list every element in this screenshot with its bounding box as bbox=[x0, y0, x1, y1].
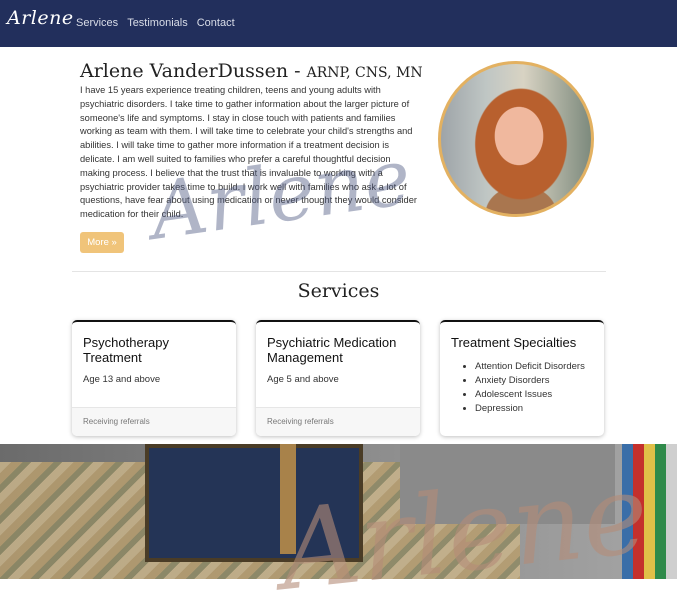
section-divider bbox=[72, 271, 606, 272]
card-title: Treatment Specialties bbox=[451, 335, 577, 350]
list-item: Adolescent Issues bbox=[475, 388, 585, 402]
hero-credentials: ARNP, CNS, MN bbox=[306, 65, 423, 81]
list-item: Attention Deficit Disorders bbox=[475, 360, 585, 374]
ottoman-image bbox=[400, 444, 615, 524]
list-item: Depression bbox=[475, 402, 585, 416]
list-item: Anxiety Disorders bbox=[475, 374, 585, 388]
card-title: Psychotherapy Treatment bbox=[83, 335, 169, 365]
card-text: Age 5 and above bbox=[267, 374, 339, 385]
hero-bio: I have 15 years experience treating chil… bbox=[80, 85, 417, 220]
brand-logo[interactable]: Arlene bbox=[7, 7, 74, 29]
nav-links: Services Testimonials Contact bbox=[76, 17, 235, 29]
books-image bbox=[622, 444, 677, 579]
services-title: Services bbox=[297, 280, 380, 302]
card-title: Psychiatric Medication Management bbox=[267, 335, 397, 365]
nav-link-testimonials[interactable]: Testimonials bbox=[127, 17, 188, 29]
top-navbar: Arlene Services Testimonials Contact bbox=[0, 0, 677, 47]
trunk-image bbox=[145, 444, 363, 562]
service-card-medication: Psychiatric Medication Management Age 5 … bbox=[256, 320, 420, 436]
more-button[interactable]: More » bbox=[80, 232, 124, 253]
service-card-specialties: Treatment Specialties Attention Deficit … bbox=[440, 320, 604, 436]
card-footer-text: Receiving referrals bbox=[83, 417, 150, 426]
card-text: Age 13 and above bbox=[83, 374, 161, 385]
hero-name: Arlene VanderDussen - bbox=[80, 60, 307, 82]
trunk-strap-image bbox=[280, 444, 296, 554]
hero-title: Arlene VanderDussen - ARNP, CNS, MN bbox=[80, 60, 423, 82]
card-footer: Receiving referrals bbox=[72, 407, 236, 436]
card-footer: Receiving referrals bbox=[256, 407, 420, 436]
background-photo bbox=[0, 444, 677, 579]
nav-link-services[interactable]: Services bbox=[76, 17, 118, 29]
card-footer-text: Receiving referrals bbox=[267, 417, 334, 426]
specialties-list: Attention Deficit Disorders Anxiety Diso… bbox=[463, 360, 585, 416]
service-card-psychotherapy: Psychotherapy Treatment Age 13 and above… bbox=[72, 320, 236, 436]
nav-link-contact[interactable]: Contact bbox=[197, 17, 235, 29]
portrait-photo bbox=[438, 61, 594, 217]
